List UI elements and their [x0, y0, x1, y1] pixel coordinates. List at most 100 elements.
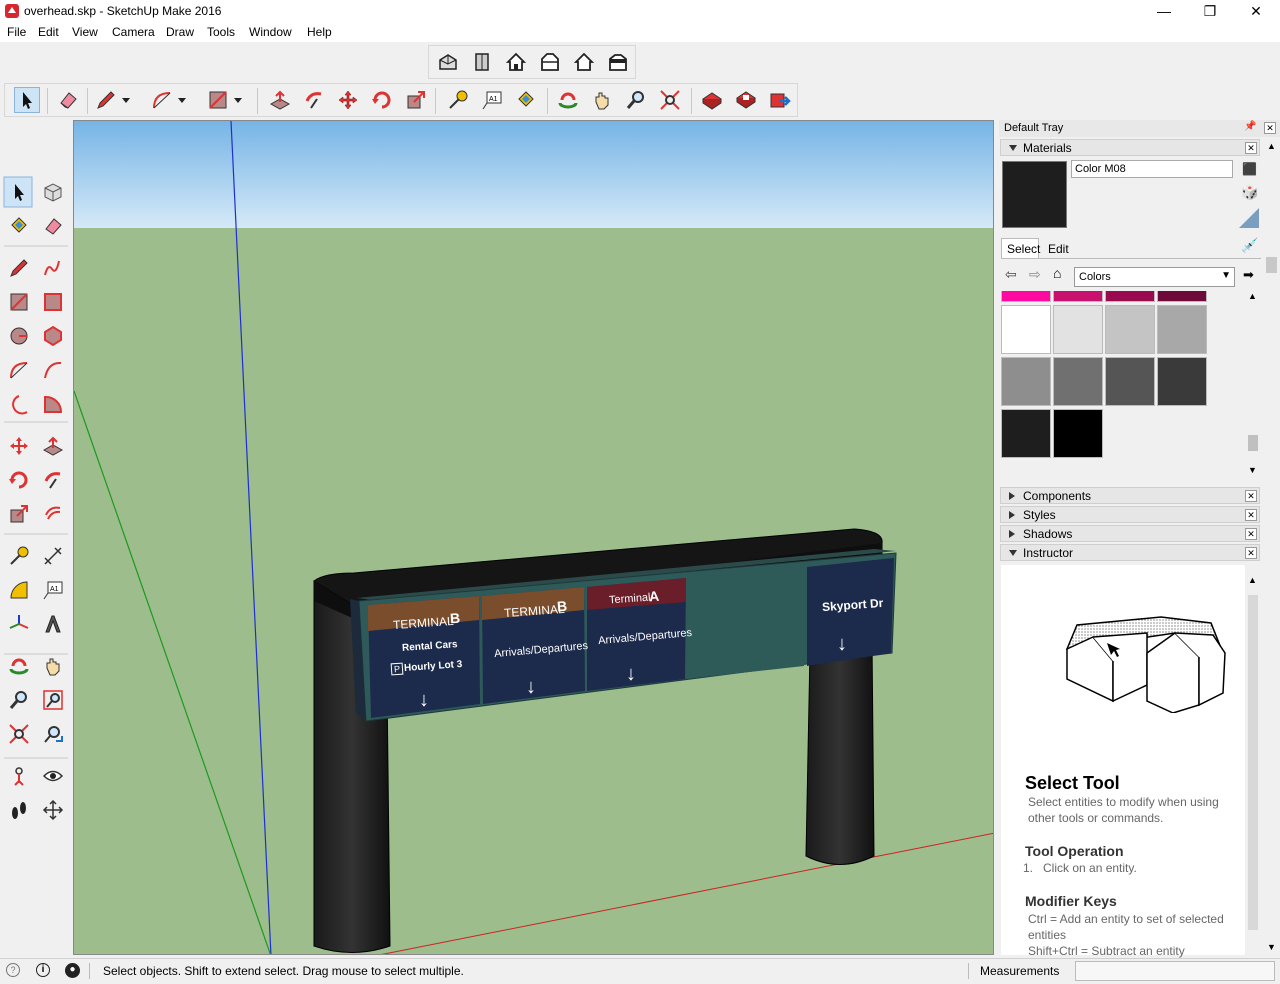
- lt-make-component-icon[interactable]: [40, 179, 66, 205]
- pin-icon[interactable]: 📌: [1244, 121, 1256, 132]
- instructor-panel-header[interactable]: Instructor ✕: [1000, 544, 1260, 561]
- material-name-input[interactable]: [1071, 160, 1233, 178]
- lt-freehand-icon[interactable]: [40, 255, 66, 281]
- arc-dropdown-chevron-icon[interactable]: [175, 87, 189, 113]
- color-swatch[interactable]: [1053, 291, 1103, 302]
- select-icon[interactable]: [14, 87, 40, 113]
- arc-icon[interactable]: [149, 87, 175, 113]
- text-icon[interactable]: A1: [479, 87, 505, 113]
- color-swatch[interactable]: [1053, 357, 1103, 406]
- menu-edit[interactable]: Edit: [38, 25, 59, 39]
- lt-push-pull-icon[interactable]: [40, 433, 66, 459]
- lt-zoom-icon[interactable]: [6, 687, 32, 713]
- components-close-icon[interactable]: ✕: [1245, 490, 1257, 502]
- instructor-scrollbar[interactable]: ▲: [1247, 565, 1259, 955]
- lt-arc-icon[interactable]: [6, 357, 32, 383]
- menu-camera[interactable]: Camera: [112, 25, 155, 39]
- tab-select[interactable]: Select: [1001, 238, 1040, 258]
- rectangle-dropdown-chevron-icon[interactable]: [231, 87, 245, 113]
- lt-rectangle-icon[interactable]: [6, 289, 32, 315]
- lt-pie-icon[interactable]: [40, 391, 66, 417]
- tape-measure-icon[interactable]: [445, 87, 471, 113]
- lt-rotate-icon[interactable]: [6, 467, 32, 493]
- lt-text-icon[interactable]: A1: [40, 577, 66, 603]
- color-swatch[interactable]: [1001, 305, 1051, 354]
- lt-protractor-icon[interactable]: [6, 577, 32, 603]
- color-swatch[interactable]: [1105, 305, 1155, 354]
- tray-scrollbar[interactable]: ▲ ▼: [1264, 139, 1279, 955]
- lt-paint-bucket-icon[interactable]: [6, 213, 32, 239]
- rotate-icon[interactable]: [369, 87, 395, 113]
- color-swatch[interactable]: [1157, 305, 1207, 354]
- lt-axes-icon[interactable]: [6, 611, 32, 637]
- front-view-icon[interactable]: [503, 49, 529, 75]
- back-view-icon[interactable]: [571, 49, 597, 75]
- color-swatch[interactable]: [1053, 305, 1103, 354]
- lt-zoom-extents-icon[interactable]: [6, 721, 32, 747]
- zoom-extents-icon[interactable]: [657, 87, 683, 113]
- back-arrow-icon[interactable]: ⇦: [1005, 266, 1017, 283]
- credits-icon[interactable]: i: [36, 963, 50, 977]
- styles-close-icon[interactable]: ✕: [1245, 509, 1257, 521]
- move-icon[interactable]: [335, 87, 361, 113]
- lt-offset-icon[interactable]: [40, 501, 66, 527]
- lt-circle-icon[interactable]: [6, 323, 32, 349]
- lt-line-icon[interactable]: [6, 255, 32, 281]
- pencil-icon[interactable]: [93, 87, 119, 113]
- tray-close-icon[interactable]: ✕: [1264, 122, 1276, 134]
- lt-select-icon[interactable]: [6, 179, 32, 205]
- menu-view[interactable]: View: [72, 25, 98, 39]
- lt-scale-icon[interactable]: [6, 501, 32, 527]
- color-swatch[interactable]: [1157, 357, 1207, 406]
- color-swatch[interactable]: [1157, 291, 1207, 302]
- lt-2point-arc-icon[interactable]: [40, 357, 66, 383]
- menu-help[interactable]: Help: [307, 25, 332, 39]
- eraser-icon[interactable]: [55, 87, 81, 113]
- rectangle-icon[interactable]: [205, 87, 231, 113]
- geolocation-icon[interactable]: ?: [6, 963, 20, 977]
- instructor-close-icon[interactable]: ✕: [1245, 547, 1257, 559]
- right-view-icon[interactable]: [537, 49, 563, 75]
- model-materials-icon[interactable]: 🎲: [1241, 184, 1258, 201]
- color-swatch[interactable]: [1053, 409, 1103, 458]
- menu-file[interactable]: File: [7, 25, 26, 39]
- materials-close-icon[interactable]: ✕: [1245, 142, 1257, 154]
- lt-section-plane-icon[interactable]: [40, 797, 66, 823]
- eyedropper-icon[interactable]: 💉: [1241, 237, 1258, 254]
- push-pull-icon[interactable]: [267, 87, 293, 113]
- measurements-input[interactable]: [1075, 961, 1275, 981]
- user-icon[interactable]: ●: [65, 963, 80, 978]
- close-button[interactable]: ✕: [1233, 0, 1279, 22]
- orbit-icon[interactable]: [555, 87, 581, 113]
- swatch-scrollbar[interactable]: ▲ ▼: [1247, 291, 1259, 477]
- warehouse-icon[interactable]: [699, 87, 725, 113]
- tab-edit[interactable]: Edit: [1043, 240, 1083, 258]
- pencil-dropdown-chevron-icon[interactable]: [119, 87, 133, 113]
- lt-look-around-icon[interactable]: [40, 763, 66, 789]
- zoom-icon[interactable]: [623, 87, 649, 113]
- styles-panel-header[interactable]: Styles ✕: [1000, 506, 1260, 523]
- color-swatch[interactable]: [1001, 357, 1051, 406]
- lt-pan-icon[interactable]: [40, 653, 66, 679]
- color-swatch[interactable]: [1001, 409, 1051, 458]
- share-model-icon[interactable]: [767, 87, 793, 113]
- lt-tape-measure-icon[interactable]: [6, 543, 32, 569]
- lt-eraser-icon[interactable]: [40, 213, 66, 239]
- lt-previous-view-icon[interactable]: [40, 721, 66, 747]
- lt-move-icon[interactable]: [6, 433, 32, 459]
- minimize-button[interactable]: —: [1141, 0, 1187, 22]
- menu-window[interactable]: Window: [249, 25, 292, 39]
- lt-3point-arc-icon[interactable]: [6, 391, 32, 417]
- forward-arrow-icon[interactable]: ⇨: [1029, 266, 1041, 283]
- color-swatch[interactable]: [1001, 291, 1051, 302]
- menu-draw[interactable]: Draw: [166, 25, 194, 39]
- drawing-viewport[interactable]: TERMINAL B Rental Cars P Hourly Lot 3 ↓ …: [73, 120, 994, 955]
- library-select[interactable]: Colors ▼: [1074, 267, 1235, 287]
- details-arrow-icon[interactable]: ➡: [1243, 267, 1254, 283]
- lt-dimension-icon[interactable]: [40, 543, 66, 569]
- sample-paint-icon[interactable]: [1239, 208, 1259, 228]
- create-material-icon[interactable]: ⬛: [1242, 162, 1257, 176]
- lt-3d-text-icon[interactable]: [40, 611, 66, 637]
- pan-icon[interactable]: [589, 87, 615, 113]
- paint-bucket-icon[interactable]: [513, 87, 539, 113]
